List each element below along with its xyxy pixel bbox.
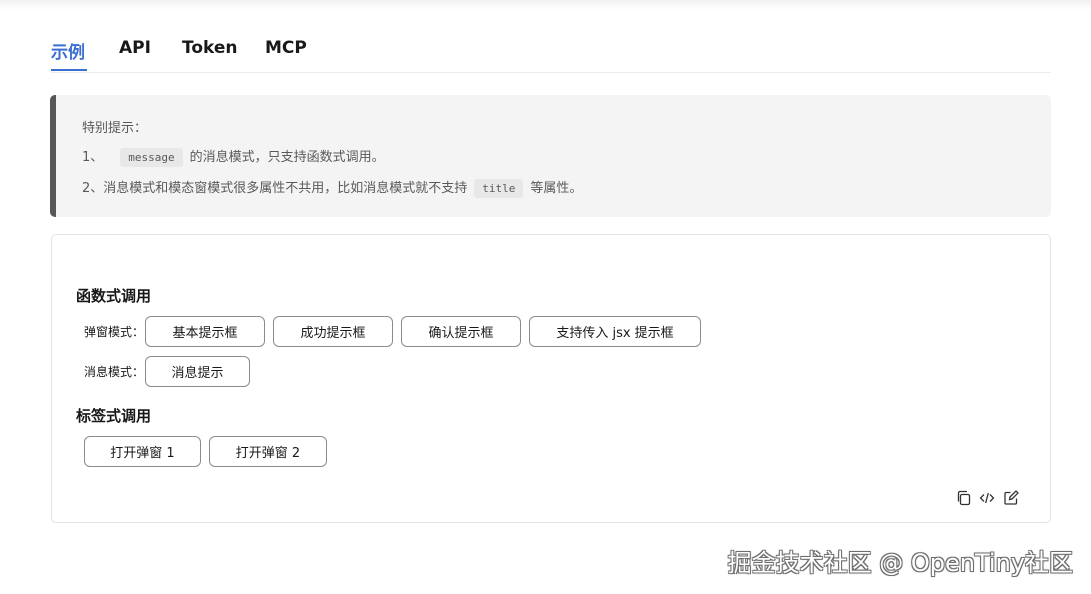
section-title-function-call: 函数式调用 bbox=[76, 287, 152, 305]
success-alert-button[interactable]: 成功提示框 bbox=[273, 316, 393, 347]
copy-icon[interactable] bbox=[956, 490, 972, 506]
notice-line-2: 2、消息模式和模态窗模式很多属性不共用，比如消息模式就不支持 title 等属性。 bbox=[82, 177, 582, 198]
message-button[interactable]: 消息提示 bbox=[145, 356, 250, 387]
open-modal-1-button[interactable]: 打开弹窗 1 bbox=[84, 436, 201, 467]
tab-api[interactable]: API bbox=[119, 38, 151, 58]
watermark: 掘金技术社区 @ OpenTiny社区 bbox=[727, 549, 1073, 577]
tab-examples[interactable]: 示例 bbox=[51, 38, 85, 63]
section-title-tag-call: 标签式调用 bbox=[76, 407, 152, 425]
inline-code-message: message bbox=[120, 148, 183, 167]
notice-line-1-text: 的消息模式，只支持函数式调用。 bbox=[189, 150, 385, 165]
notice-title: 特别提示： bbox=[82, 121, 148, 136]
jsx-alert-button[interactable]: 支持传入 jsx 提示框 bbox=[529, 316, 701, 347]
edit-icon[interactable] bbox=[1003, 490, 1019, 506]
basic-alert-button[interactable]: 基本提示框 bbox=[145, 316, 265, 347]
inline-code-title: title bbox=[474, 179, 524, 198]
tab-token[interactable]: Token bbox=[182, 38, 238, 58]
notice-line-1-index: 1、 bbox=[82, 150, 104, 165]
message-mode-label: 消息模式： bbox=[84, 365, 145, 379]
notice-line-2-suffix: 等属性。 bbox=[530, 181, 583, 196]
top-shade bbox=[0, 0, 1091, 10]
notice-line-1: 1、 message 的消息模式，只支持函数式调用。 bbox=[82, 146, 385, 167]
tab-bar: 示例 API Token MCP bbox=[51, 28, 1051, 73]
modal-mode-label: 弹窗模式： bbox=[84, 325, 145, 339]
confirm-alert-button[interactable]: 确认提示框 bbox=[401, 316, 521, 347]
open-modal-2-button[interactable]: 打开弹窗 2 bbox=[209, 436, 327, 467]
demo-panel: 函数式调用 弹窗模式： 基本提示框 成功提示框 确认提示框 支持传入 jsx 提… bbox=[51, 234, 1051, 523]
code-icon[interactable] bbox=[979, 490, 995, 506]
tab-mcp[interactable]: MCP bbox=[265, 38, 307, 58]
active-tab-indicator bbox=[51, 69, 87, 71]
notice-box: 特别提示： 1、 message 的消息模式，只支持函数式调用。 2、消息模式和模态… bbox=[50, 95, 1051, 217]
notice-line-2-text: 2、消息模式和模态窗模式很多属性不共用，比如消息模式就不支持 bbox=[82, 181, 468, 196]
